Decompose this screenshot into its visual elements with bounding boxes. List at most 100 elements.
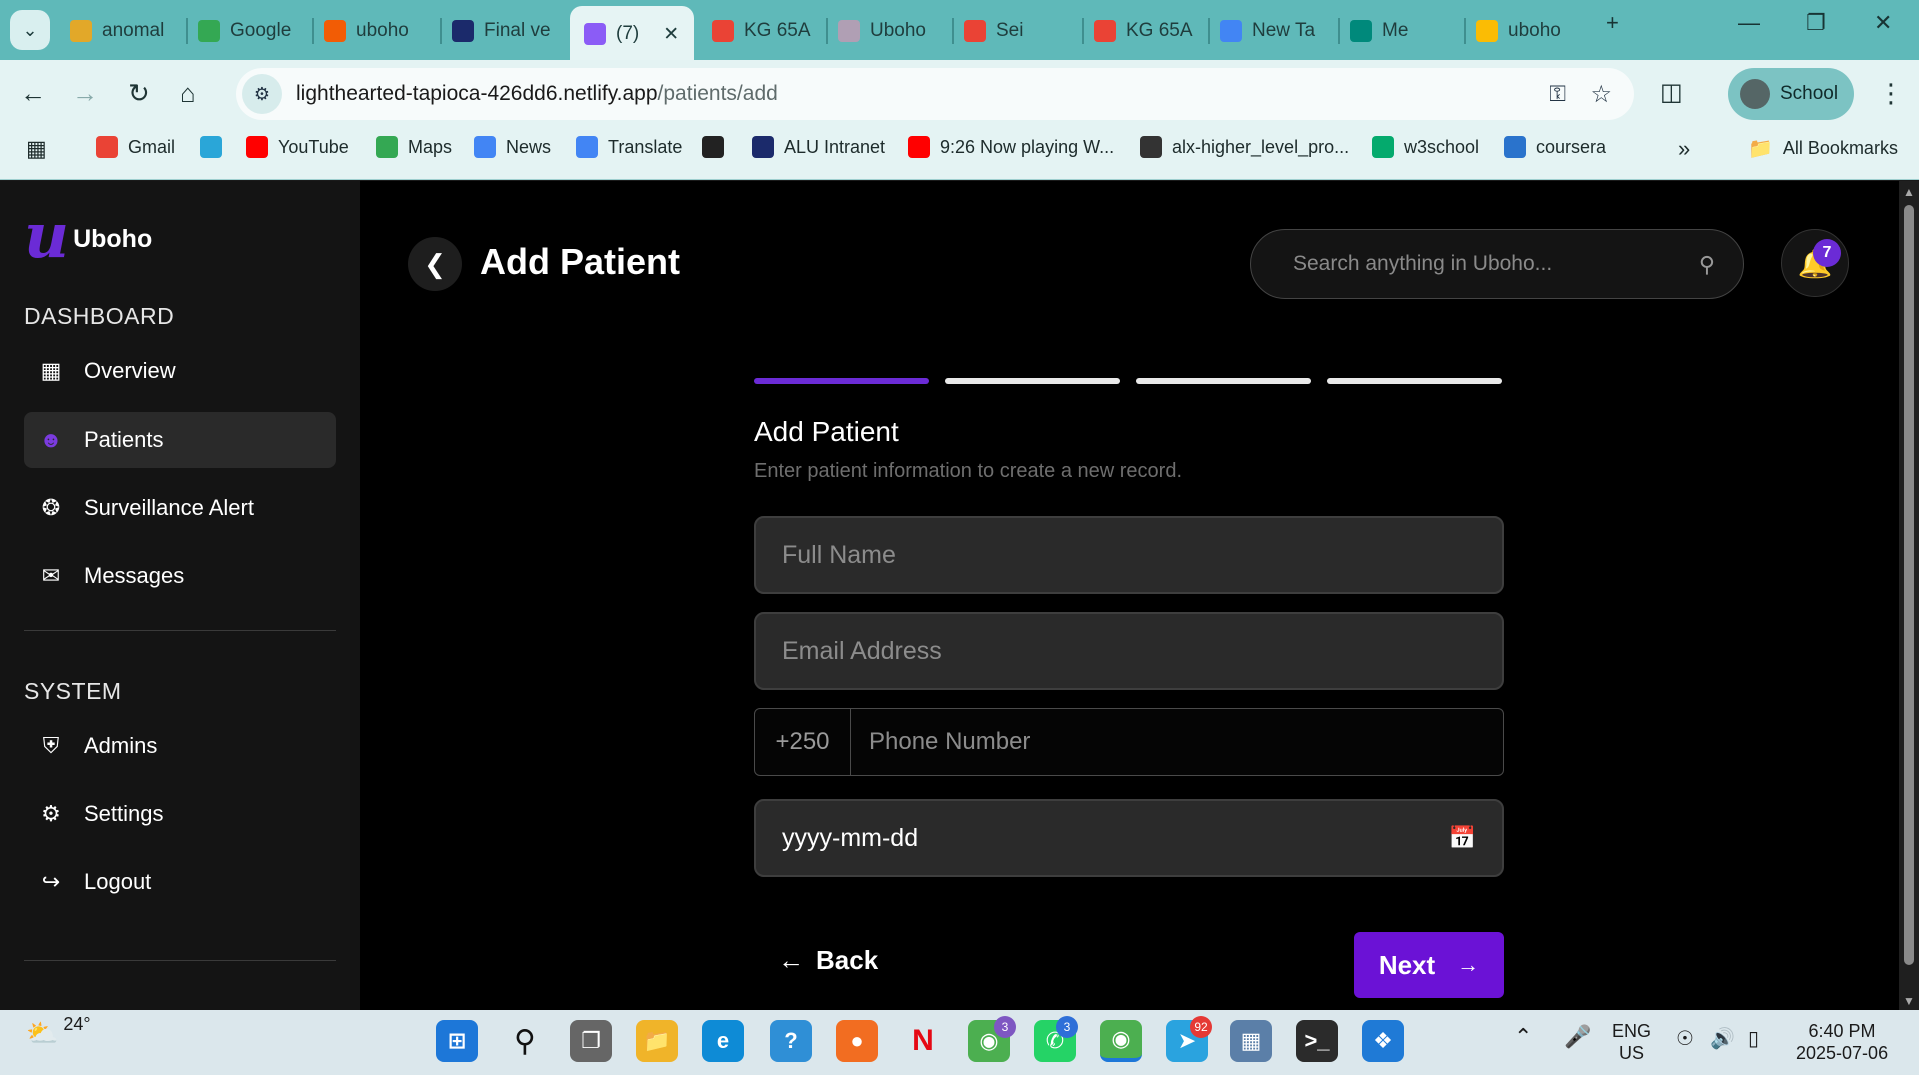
file-explorer-icon[interactable]: 📁 bbox=[636, 1020, 678, 1062]
country-code[interactable]: +250 bbox=[755, 709, 851, 775]
apps-grid-icon[interactable]: ▦ bbox=[26, 136, 47, 162]
tab-label: Final ve bbox=[484, 20, 551, 41]
calendar-icon[interactable]: 📅 bbox=[1449, 825, 1476, 851]
browser-tab[interactable]: Google bbox=[198, 12, 308, 50]
tab-label: KG 65A bbox=[744, 20, 811, 41]
news-icon bbox=[474, 136, 496, 158]
date-of-birth-field[interactable]: yyyy-mm-dd 📅 bbox=[754, 799, 1504, 877]
notification-badge: 7 bbox=[1813, 239, 1841, 267]
scroll-down-icon[interactable]: ▼ bbox=[1903, 994, 1915, 1008]
page-scrollbar[interactable]: ▲ ▼ bbox=[1899, 181, 1919, 1010]
key-icon[interactable]: ⚿ bbox=[1549, 81, 1566, 107]
search-input[interactable]: Search anything in Uboho... ⚲ bbox=[1250, 229, 1744, 299]
tray-overflow-icon[interactable]: ⌃ bbox=[1514, 1026, 1532, 1048]
bookmark-item[interactable]: YouTube bbox=[246, 136, 349, 158]
w3-icon bbox=[1372, 136, 1394, 158]
weather-widget[interactable]: ⛅ 24° bbox=[26, 1014, 91, 1049]
search-taskbar-icon[interactable]: ⚲ bbox=[504, 1020, 546, 1062]
bookmark-item[interactable]: 9:26 Now playing W... bbox=[908, 136, 1114, 158]
firefox-icon[interactable]: ● bbox=[836, 1020, 878, 1062]
terminal-icon[interactable]: >_ bbox=[1296, 1020, 1338, 1062]
form-back-button[interactable]: ← Back bbox=[778, 945, 878, 976]
search-icon[interactable]: ⚲ bbox=[1699, 252, 1715, 278]
browser-tab[interactable]: anomal bbox=[70, 12, 180, 50]
brand-logo[interactable]: u Uboho bbox=[24, 205, 152, 267]
close-tab-icon[interactable]: ✕ bbox=[663, 23, 679, 46]
bookmark-item[interactable] bbox=[200, 136, 222, 158]
bookmark-item[interactable]: Maps bbox=[376, 136, 452, 158]
date-placeholder: yyyy-mm-dd bbox=[782, 823, 919, 852]
next-button[interactable]: Next → bbox=[1354, 932, 1504, 998]
tab-label: anomal bbox=[102, 20, 165, 41]
microphone-icon[interactable]: 🎤 bbox=[1564, 1026, 1591, 1048]
sidebar-item-patients[interactable]: ☻ Patients bbox=[24, 412, 336, 468]
sidebar-item-messages[interactable]: ✉ Messages bbox=[24, 548, 336, 604]
full-name-field[interactable]: Full Name bbox=[754, 516, 1504, 594]
chrome-active-icon[interactable]: ◉ bbox=[1100, 1020, 1142, 1062]
back-button[interactable]: ❮ bbox=[408, 237, 462, 291]
bookmark-item[interactable] bbox=[702, 136, 724, 158]
sidebar-item-label: Settings bbox=[84, 801, 164, 826]
browser-tab[interactable]: New Ta bbox=[1220, 12, 1330, 50]
start-icon[interactable]: ⊞ bbox=[436, 1020, 478, 1062]
address-bar[interactable]: ⚙ lighthearted-tapioca-426dd6.netlify.ap… bbox=[236, 68, 1634, 120]
profile-chip[interactable]: School bbox=[1728, 68, 1854, 120]
sidebar-item-settings[interactable]: ⚙ Settings bbox=[24, 786, 336, 842]
back-arrow-icon[interactable]: ← bbox=[20, 78, 46, 109]
email-field[interactable]: Email Address bbox=[754, 612, 1504, 690]
forward-arrow-icon[interactable]: → bbox=[72, 78, 98, 109]
bookmark-item[interactable]: alx-higher_level_pro... bbox=[1140, 136, 1349, 158]
reload-icon[interactable]: ↻ bbox=[128, 78, 150, 109]
language-indicator[interactable]: ENG US bbox=[1612, 1020, 1651, 1064]
browser-tab[interactable]: Me bbox=[1350, 12, 1460, 50]
sidebar-item-admins[interactable]: ⛨ Admins bbox=[24, 718, 336, 774]
notifications-button[interactable]: 🔔 bbox=[1781, 229, 1849, 297]
bookmark-item[interactable]: coursera bbox=[1504, 136, 1606, 158]
browser-tab[interactable]: uboho bbox=[324, 12, 434, 50]
tab-search-dropdown[interactable]: ⌄ bbox=[10, 10, 50, 50]
volume-icon[interactable]: 🔊 bbox=[1710, 1028, 1735, 1050]
phone-field[interactable]: +250 Phone Number bbox=[754, 708, 1504, 776]
bookmark-item[interactable]: ALU Intranet bbox=[752, 136, 885, 158]
menu-dots-icon[interactable]: ⋮ bbox=[1878, 78, 1904, 109]
form-title: Add Patient bbox=[754, 416, 899, 447]
minimize-button[interactable]: — bbox=[1738, 10, 1760, 36]
bookmark-item[interactable]: w3school bbox=[1372, 136, 1479, 158]
sidebar-item-overview[interactable]: ▦ Overview bbox=[24, 343, 336, 399]
browser-tab[interactable]: (7) ✕ bbox=[570, 6, 694, 62]
youtube-icon bbox=[908, 136, 930, 158]
scroll-up-icon[interactable]: ▲ bbox=[1903, 185, 1915, 199]
scroll-thumb[interactable] bbox=[1904, 205, 1914, 965]
copilot-icon[interactable]: ? bbox=[770, 1020, 812, 1062]
task-view-icon[interactable]: ❐ bbox=[570, 1020, 612, 1062]
netflix-icon[interactable]: N bbox=[902, 1020, 944, 1062]
home-icon[interactable]: ⌂ bbox=[180, 78, 196, 109]
browser-tab[interactable]: KG 65A bbox=[1094, 12, 1204, 50]
extensions-icon[interactable]: ◫ bbox=[1660, 78, 1683, 107]
browser-tab[interactable]: Sei bbox=[964, 12, 1074, 50]
close-window-button[interactable]: ✕ bbox=[1874, 10, 1892, 36]
site-settings-icon[interactable]: ⚙ bbox=[242, 74, 282, 114]
email-placeholder: Email Address bbox=[782, 636, 942, 665]
sidebar-item-surveillance-alert[interactable]: ❂ Surveillance Alert bbox=[24, 480, 336, 536]
star-icon[interactable]: ☆ bbox=[1590, 80, 1612, 109]
wifi-icon[interactable]: ☉ bbox=[1676, 1028, 1694, 1050]
more-bookmarks-icon[interactable]: » bbox=[1678, 136, 1690, 162]
sidebar-item-label: Admins bbox=[84, 733, 158, 758]
clock[interactable]: 6:40 PM 2025-07-06 bbox=[1796, 1020, 1888, 1064]
bookmark-item[interactable]: Gmail bbox=[96, 136, 175, 158]
vscode-icon[interactable]: ❖ bbox=[1362, 1020, 1404, 1062]
all-bookmarks[interactable]: 📁 All Bookmarks bbox=[1748, 136, 1898, 161]
battery-icon[interactable]: ▯ bbox=[1748, 1028, 1759, 1050]
edge-icon[interactable]: e bbox=[702, 1020, 744, 1062]
calculator-icon[interactable]: ▦ bbox=[1230, 1020, 1272, 1062]
browser-tab[interactable]: Uboho bbox=[838, 12, 948, 50]
browser-tab[interactable]: uboho bbox=[1476, 12, 1586, 50]
new-tab-button[interactable]: + bbox=[1606, 10, 1619, 36]
browser-tab[interactable]: KG 65A bbox=[712, 12, 822, 50]
bookmark-item[interactable]: News bbox=[474, 136, 551, 158]
bookmark-item[interactable]: Translate bbox=[576, 136, 682, 158]
sidebar-item-logout[interactable]: ↪ Logout bbox=[24, 854, 336, 910]
browser-tab[interactable]: Final ve bbox=[452, 12, 562, 50]
restore-button[interactable]: ❐ bbox=[1806, 10, 1826, 36]
